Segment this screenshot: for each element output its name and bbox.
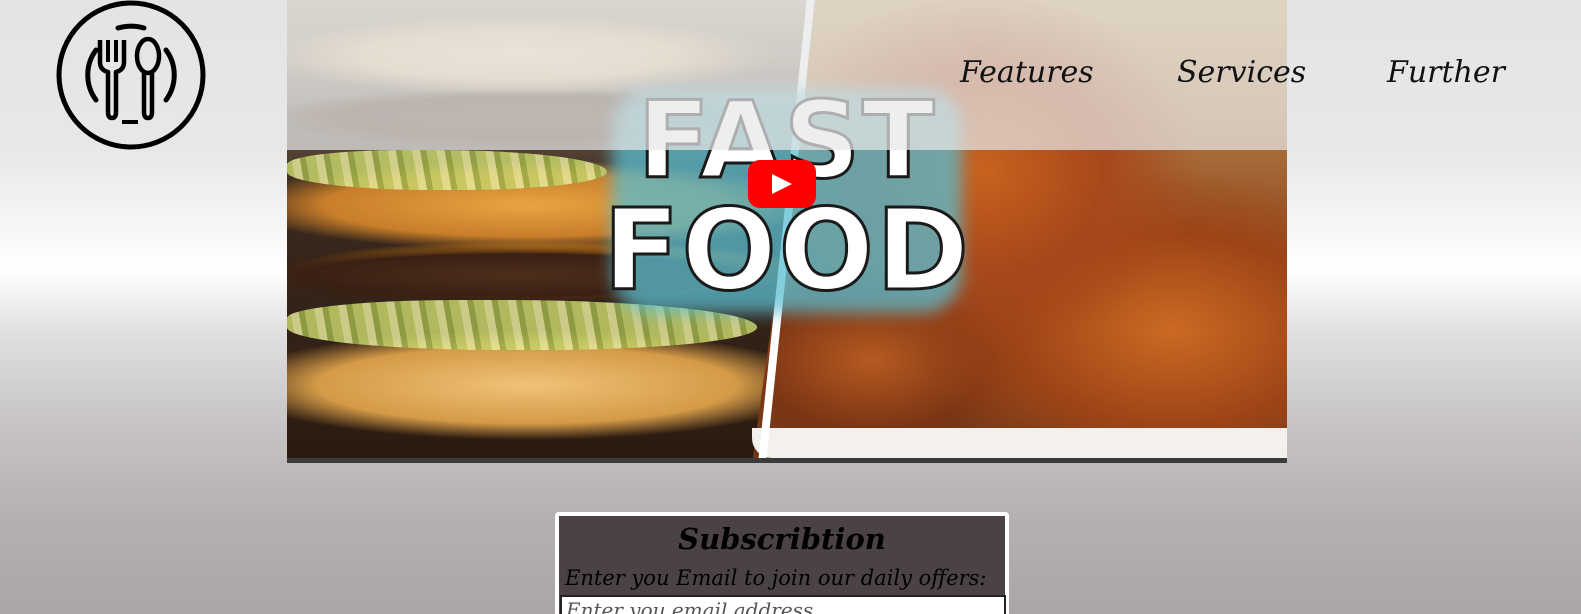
email-input[interactable] [560,595,1006,614]
subscription-description: Enter you Email to join our daily offers… [565,566,987,590]
youtube-play-icon [772,174,792,194]
fork-spoon-plate-icon [56,0,206,150]
video-bottom-bar [287,458,1287,463]
logo[interactable] [56,0,206,150]
nav-further[interactable]: Further [1387,55,1505,90]
site-header: Features Services Further [0,0,1581,150]
plate [752,428,1287,458]
nav-features[interactable]: Features [960,55,1094,90]
thumbnail-title-line2: FOOD [602,186,971,316]
play-button[interactable] [748,160,816,208]
subscription-form: Subscribtion Enter you Email to join our… [555,512,1009,614]
subscription-heading: Subscribtion [678,522,886,556]
lettuce-top [287,150,607,190]
nav-services[interactable]: Services [1177,55,1306,90]
